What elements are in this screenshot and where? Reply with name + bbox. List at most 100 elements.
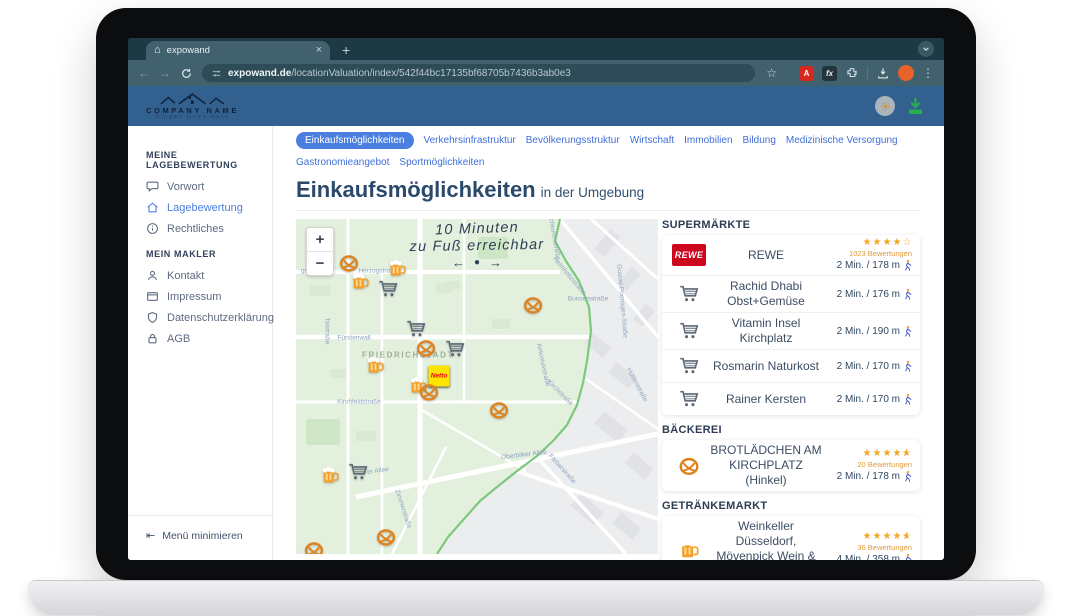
- sidebar-section-label: MEIN MAKLER: [146, 249, 272, 259]
- window-icon: [146, 290, 159, 303]
- sidebar-item-kontakt[interactable]: Kontakt: [128, 265, 272, 286]
- sidebar-item-impressum[interactable]: Impressum: [128, 286, 272, 307]
- walking-person-icon: [903, 288, 912, 301]
- tab-immobilien[interactable]: Immobilien: [684, 132, 732, 149]
- fx-extension-icon[interactable]: fx: [822, 66, 837, 81]
- sidebar-item-datenschutzerklärung[interactable]: Datenschutzerklärung: [128, 307, 272, 328]
- map-marker-beer[interactable]: [387, 258, 407, 278]
- back-button[interactable]: ←: [138, 67, 150, 79]
- collapse-arrow-icon: ⇤: [146, 529, 155, 542]
- poi-card: REWEREWE★★★★☆1023 Bewertungen2 Min. / 17…: [662, 235, 920, 415]
- map-marker-beer[interactable]: [365, 355, 385, 375]
- panel-section-title: BÄCKEREI: [662, 424, 920, 436]
- poi-row-rosmarin-naturkost[interactable]: Rosmarin Naturkost2 Min. / 170 m: [662, 349, 920, 382]
- content-tabs: Einkaufsmöglichkeiten Verkehrsinfrastrukt…: [296, 132, 920, 171]
- collapse-menu-button[interactable]: ⇤ Menü minimieren: [128, 515, 272, 560]
- map-marker-pretzel[interactable]: [376, 527, 397, 548]
- map-marker-beer[interactable]: [320, 465, 340, 485]
- sidebar-item-vorwort[interactable]: Vorwort: [128, 176, 272, 197]
- walking-distance: 2 Min. / 190 m: [837, 325, 912, 338]
- poi-row-weinkeller-düsseldorf[interactable]: Weinkeller Düsseldorf, Mövenpick Wein & …: [662, 516, 920, 560]
- map-marker-pretzel[interactable]: [304, 540, 325, 555]
- walking-distance: 2 Min. / 178 m: [837, 470, 912, 483]
- rating-stars: ★★★★★☆: [862, 449, 912, 459]
- zoom-out-button[interactable]: −: [307, 251, 333, 275]
- reviews-count: 36 Bewertungen: [857, 543, 912, 552]
- walking-person-icon: [903, 259, 912, 272]
- zoom-in-button[interactable]: +: [307, 228, 333, 251]
- poi-name: Vitamin Insel Kirchplatz: [708, 316, 824, 346]
- tab-einkaufsmöglichkeiten[interactable]: Einkaufsmöglichkeiten: [296, 132, 414, 149]
- pretzel-icon: [678, 455, 700, 477]
- tab-title: expowand: [167, 45, 310, 56]
- laptop-base: [28, 580, 1044, 615]
- map-marker-cart[interactable]: [347, 461, 369, 483]
- user-avatar-loading[interactable]: [875, 96, 895, 116]
- download-report-button[interactable]: [905, 96, 926, 117]
- map-marker-beer[interactable]: [350, 271, 370, 291]
- site-settings-icon: [211, 68, 222, 79]
- tab-bevölkerungsstruktur[interactable]: Bevölkerungsstruktur: [526, 132, 620, 149]
- map-marker-cart[interactable]: [444, 338, 466, 360]
- walking-distance: 4 Min. / 358 m: [837, 553, 912, 560]
- extensions-puzzle-icon[interactable]: [845, 66, 859, 80]
- map-marker-pretzel[interactable]: [419, 382, 440, 403]
- rooftops-logo-icon: [155, 92, 231, 106]
- url-text: expowand.de/locationValuation/index/542f…: [228, 68, 571, 79]
- browser-toolbar: ← → expowand.de/locationValuation/index/…: [128, 60, 944, 86]
- company-slogan: Slogan Goes Here: [155, 115, 229, 121]
- tab-bildung[interactable]: Bildung: [743, 132, 776, 149]
- poi-panel: SUPERMÄRKTEREWEREWE★★★★☆1023 Bewertungen…: [662, 219, 920, 560]
- tab-wirtschaft[interactable]: Wirtschaft: [630, 132, 674, 149]
- company-name: COMPANY NAME: [146, 107, 239, 115]
- menu-kebab-icon[interactable]: ⋮: [922, 67, 934, 79]
- speech-bubble-icon: [146, 180, 159, 193]
- tab-gastronomieangebot[interactable]: Gastronomieangebot: [296, 154, 389, 171]
- lock-icon: [146, 332, 159, 345]
- rating-stars: ★★★★☆: [862, 238, 912, 248]
- map-canvas[interactable]: gstraßeHerzogstraßeTalstraßeFürstenwallF…: [296, 219, 658, 554]
- map-marker-pretzel[interactable]: [489, 400, 510, 421]
- poi-name: Rainer Kersten: [708, 392, 824, 407]
- bookmark-star-icon[interactable]: ☆: [766, 67, 777, 79]
- sidebar: MEINE LAGEBEWERTUNG VorwortLagebewertungR…: [128, 126, 273, 560]
- site-favicon-icon: ⌂: [154, 45, 161, 56]
- tab-close-icon[interactable]: ×: [316, 45, 322, 56]
- map-marker-cart[interactable]: [377, 278, 399, 300]
- address-bar[interactable]: expowand.de/locationValuation/index/542f…: [202, 64, 755, 82]
- poi-name: REWE: [708, 248, 824, 263]
- cart-icon: [678, 320, 700, 342]
- profile-avatar[interactable]: [898, 65, 914, 81]
- laptop-mockup: ⌂ expowand × + ← → expowand.de/locationV…: [0, 0, 1072, 616]
- sidebar-item-rechtliches[interactable]: Rechtliches: [128, 218, 272, 239]
- reload-button[interactable]: [180, 67, 193, 80]
- toolbar-icons: ☆ A fx ⋮: [766, 65, 934, 81]
- sidebar-item-agb[interactable]: AGB: [128, 328, 272, 349]
- cart-icon: [678, 355, 700, 377]
- tab-sportmöglichkeiten[interactable]: Sportmöglichkeiten: [399, 154, 484, 171]
- adobe-extension-icon[interactable]: A: [799, 66, 814, 81]
- poi-card: Weinkeller Düsseldorf, Mövenpick Wein & …: [662, 516, 920, 560]
- company-logo: COMPANY NAME Slogan Goes Here: [146, 92, 239, 121]
- info-icon: [146, 222, 159, 235]
- tab-verkehrsinfrastruktur[interactable]: Verkehrsinfrastruktur: [424, 132, 516, 149]
- sidebar-item-lagebewertung[interactable]: Lagebewertung: [128, 197, 272, 218]
- map-marker-pretzel[interactable]: [523, 295, 544, 316]
- expowand-app: COMPANY NAME Slogan Goes Here MEINE LAGE…: [128, 86, 944, 560]
- poi-row-rainer-kersten[interactable]: Rainer Kersten2 Min. / 170 m: [662, 382, 920, 415]
- poi-row-brotlädchen-am-kirchplatz[interactable]: BROTLÄDCHEN AM KIRCHPLATZ (Hinkel)★★★★★☆…: [662, 440, 920, 491]
- poi-row-vitamin-insel-kirchplatz[interactable]: Vitamin Insel Kirchplatz 2 Min. / 190 m: [662, 312, 920, 349]
- panel-section-title: GETRÄNKEMARKT: [662, 500, 920, 512]
- tab-search-button[interactable]: [918, 41, 934, 57]
- forward-button[interactable]: →: [159, 67, 171, 79]
- sidebar-section-label: MEINE LAGEBEWERTUNG: [146, 150, 272, 170]
- new-tab-button[interactable]: +: [342, 43, 350, 60]
- map-marker-pretzel[interactable]: [416, 338, 437, 359]
- poi-row-rachid-dhabi-obst-gemüse[interactable]: Rachid Dhabi Obst+Gemüse2 Min. / 176 m: [662, 275, 920, 312]
- browser-tab[interactable]: ⌂ expowand ×: [146, 41, 330, 60]
- walking-person-icon: [903, 393, 912, 406]
- poi-card: BROTLÄDCHEN AM KIRCHPLATZ (Hinkel)★★★★★☆…: [662, 440, 920, 491]
- poi-row-rewe[interactable]: REWEREWE★★★★☆1023 Bewertungen2 Min. / 17…: [662, 235, 920, 275]
- tab-medizinische-versorgung[interactable]: Medizinische Versorgung: [786, 132, 898, 149]
- downloads-icon[interactable]: [876, 66, 890, 80]
